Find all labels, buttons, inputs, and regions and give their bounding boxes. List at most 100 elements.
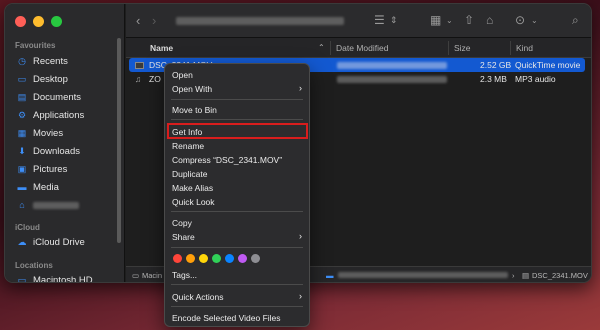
sidebar-item-desktop[interactable]: ▭ Desktop (17, 71, 68, 87)
menu-item-get-info[interactable]: Get Info (165, 123, 309, 139)
chevron-right-icon: › (299, 291, 302, 301)
menu-item-move-to-bin[interactable]: Move to Bin (165, 103, 309, 117)
file-size: 2.52 GB (480, 60, 512, 70)
tag-green[interactable] (212, 254, 221, 263)
tag-gray[interactable] (251, 254, 260, 263)
column-header-size[interactable]: Size (454, 43, 471, 53)
menu-item-open-with[interactable]: Open With › (165, 82, 309, 96)
menu-item-rename[interactable]: Rename (165, 139, 309, 153)
menu-item-quick-look[interactable]: Quick Look (165, 195, 309, 209)
download-icon: ⬇ (18, 145, 26, 156)
sidebar-item-label: Documents (33, 91, 82, 103)
sidebar-item-media[interactable]: ▬ Media (17, 179, 59, 195)
sidebar-item-label: iCloud Drive (33, 236, 85, 248)
folder-icon: ▬ (17, 182, 27, 192)
back-icon[interactable]: ‹ (136, 13, 140, 28)
path-file[interactable]: DSC_2341.MOV (532, 271, 588, 280)
tag-colors (173, 254, 260, 263)
sidebar: Favourites ◷ Recents ▭ Desktop ▤ Documen… (5, 4, 125, 282)
search-icon[interactable]: ⌕ (572, 13, 579, 28)
chevron-right-icon: › (512, 271, 515, 280)
sidebar-item-recents[interactable]: ◷ Recents (17, 53, 68, 69)
sidebar-item-downloads[interactable]: ⬇ Downloads (17, 143, 80, 159)
disk-icon: ▭ (132, 271, 140, 280)
sidebar-item-label: Macintosh HD (33, 274, 93, 283)
window-controls (15, 16, 62, 27)
sidebar-item-movies[interactable]: ▦ Movies (17, 125, 63, 141)
clock-icon: ◷ (18, 55, 26, 66)
tag-yellow[interactable] (199, 254, 208, 263)
minimize-button[interactable] (33, 16, 44, 27)
sidebar-item-label: Pictures (33, 163, 68, 175)
disk-icon: ▭ (17, 274, 27, 283)
applications-icon: ⚙ (17, 109, 27, 120)
sidebar-item-pictures[interactable]: ▣ Pictures (17, 161, 68, 177)
file-name: ZO (149, 74, 161, 84)
favourites-heading: Favourites (15, 41, 56, 50)
menu-item-tags[interactable]: Tags... (165, 268, 309, 282)
share-icon[interactable]: ⇧ (464, 13, 474, 27)
sidebar-item-label: Desktop (33, 73, 68, 85)
column-header-kind[interactable]: Kind (516, 43, 533, 53)
sidebar-item-label: Recents (33, 55, 68, 67)
menu-item-copy[interactable]: Copy (165, 216, 309, 230)
sidebar-item-icloud-drive[interactable]: ☁ iCloud Drive (17, 234, 85, 250)
close-button[interactable] (15, 16, 26, 27)
column-header-name[interactable]: Name (150, 43, 173, 53)
tag-icon[interactable]: ⌂ (486, 13, 493, 27)
sidebar-scrollbar[interactable] (117, 38, 121, 243)
menu-item-encode[interactable]: Encode Selected Video Files (165, 311, 309, 325)
menu-item-share[interactable]: Share › (165, 230, 309, 244)
sidebar-item-label: Applications (33, 109, 85, 121)
tag-purple[interactable] (238, 254, 247, 263)
sidebar-item-documents[interactable]: ▤ Documents (17, 89, 81, 105)
forward-icon[interactable]: › (152, 13, 156, 28)
zoom-button[interactable] (51, 16, 62, 27)
path-root[interactable]: Macin (142, 271, 162, 280)
tag-red[interactable] (173, 254, 182, 263)
file-size: 2.3 MB (480, 74, 507, 84)
menu-item-make-alias[interactable]: Make Alias (165, 181, 309, 195)
movies-icon: ▦ (17, 127, 27, 138)
menu-item-duplicate[interactable]: Duplicate (165, 167, 309, 181)
audio-file-icon: ♫ (135, 74, 142, 84)
document-icon: ▤ (17, 91, 27, 102)
pictures-icon: ▣ (17, 163, 27, 174)
sidebar-item-label: Movies (33, 127, 64, 139)
chevron-updown-icon[interactable]: ⇕ (390, 15, 398, 26)
locations-heading: Locations (15, 261, 53, 270)
cloud-icon: ☁ (17, 236, 27, 247)
grid-view-icon[interactable]: ▦ (430, 13, 441, 27)
column-headers: Name ⌃ Date Modified Size Kind (126, 38, 591, 58)
file-kind: MP3 audio (515, 74, 556, 84)
desktop-icon: ▭ (17, 73, 27, 84)
sort-chevron-icon: ⌃ (318, 43, 325, 52)
sidebar-item-home[interactable]: ⌂ (17, 197, 79, 213)
redacted-label (33, 201, 79, 209)
column-header-date-modified[interactable]: Date Modified (336, 43, 388, 53)
tag-orange[interactable] (186, 254, 195, 263)
menu-item-compress[interactable]: Compress “DSC_2341.MOV” (165, 153, 309, 167)
sidebar-item-macintosh-hd[interactable]: ▭ Macintosh HD (17, 272, 93, 283)
window-title-redacted (176, 17, 344, 25)
date-redacted (337, 76, 447, 83)
icloud-heading: iCloud (15, 223, 40, 232)
chevron-right-icon: › (299, 83, 302, 93)
tag-blue[interactable] (225, 254, 234, 263)
list-view-icon[interactable]: ☰ (374, 13, 385, 27)
date-redacted (337, 62, 447, 69)
menu-item-open[interactable]: Open (165, 68, 309, 82)
menu-item-quick-actions[interactable]: Quick Actions › (165, 290, 309, 304)
sidebar-item-label: Downloads (33, 145, 80, 157)
home-icon: ⌂ (19, 200, 25, 210)
chevron-right-icon: › (299, 231, 302, 241)
toolbar: ‹ › ☰ ⇕ ▦ ⌄ ⇧ ⌂ ⊙ ⌄ ⌕ (126, 4, 591, 38)
folder-icon: ▬ (326, 271, 334, 280)
file-kind: QuickTime movie (515, 60, 581, 70)
chevron-down-icon[interactable]: ⌄ (531, 16, 538, 25)
sidebar-item-label: Media (33, 181, 59, 193)
sidebar-item-applications[interactable]: ⚙ Applications (17, 107, 84, 123)
path-redacted (338, 272, 508, 278)
more-actions-icon[interactable]: ⊙ (515, 13, 525, 27)
chevron-down-icon[interactable]: ⌄ (446, 16, 453, 25)
